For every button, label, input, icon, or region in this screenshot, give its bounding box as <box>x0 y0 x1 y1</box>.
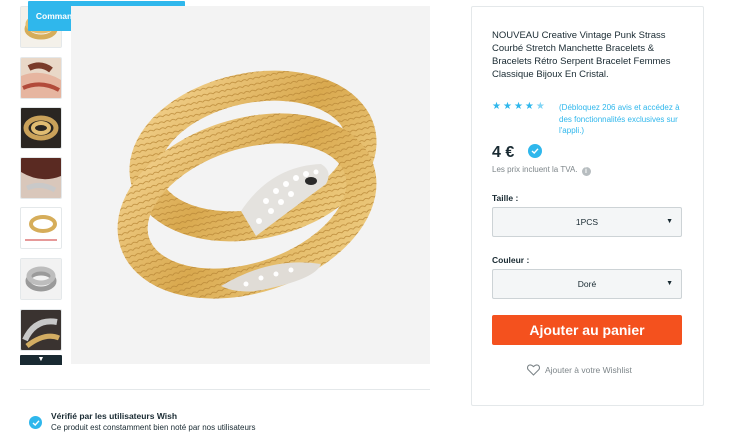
add-to-wishlist-link[interactable]: Ajouter à votre Wishlist <box>527 364 632 376</box>
color-select[interactable]: Doré ▼ <box>492 269 682 299</box>
size-select[interactable]: 1PCS ▼ <box>492 207 682 237</box>
wishlist-label: Ajouter à votre Wishlist <box>545 365 632 375</box>
chevron-down-icon: ▼ <box>37 356 45 363</box>
star-icon: ★ <box>502 101 512 112</box>
size-value: 1PCS <box>575 217 599 227</box>
verified-title: Vérifié par les utilisateurs Wish <box>51 411 178 421</box>
verified-price-icon <box>528 144 542 158</box>
vat-text: Les prix incluent la TVA. <box>492 165 578 174</box>
color-label: Couleur : <box>492 255 530 265</box>
star-icon: ★ <box>524 101 534 112</box>
product-price: 4 € <box>492 144 515 161</box>
thumbnail-2[interactable] <box>20 57 62 99</box>
section-divider <box>20 389 430 390</box>
star-icon: ★ <box>513 101 523 112</box>
heart-icon <box>527 364 540 376</box>
vat-notice: Les prix incluent la TVA. i <box>492 165 591 176</box>
thumbnails-next-button[interactable]: ▼ <box>20 355 62 365</box>
star-icon: ★ <box>492 101 501 112</box>
caret-down-icon: ▼ <box>666 218 673 225</box>
caret-down-icon: ▼ <box>666 280 673 287</box>
half-star-icon: ★ <box>535 101 545 112</box>
color-value: Doré <box>577 279 597 289</box>
info-icon[interactable]: i <box>581 167 591 176</box>
verified-check-icon <box>29 416 42 429</box>
snake-bracelet-image <box>71 6 430 364</box>
product-title: NOUVEAU Creative Vintage Punk Strass Cou… <box>492 30 671 80</box>
add-to-cart-button[interactable]: Ajouter au panier <box>492 315 682 345</box>
product-info-panel: NOUVEAU Creative Vintage Punk Strass Cou… <box>471 6 704 406</box>
thumbnail-6[interactable] <box>20 258 62 300</box>
reviews-unlock-link[interactable]: (Débloquez 206 avis et accédez à des fon… <box>559 102 684 137</box>
thumbnail-4[interactable] <box>20 157 62 199</box>
verified-subtitle: Ce produit est constamment bien noté par… <box>51 423 256 432</box>
thumbnail-3[interactable] <box>20 107 62 149</box>
main-product-image <box>71 6 430 364</box>
size-label: Taille : <box>492 193 519 203</box>
rating-stars: ★ ★ ★ ★ ★ <box>492 102 545 112</box>
thumbnail-5[interactable] <box>20 207 62 249</box>
thumbnail-7[interactable] <box>20 309 62 351</box>
